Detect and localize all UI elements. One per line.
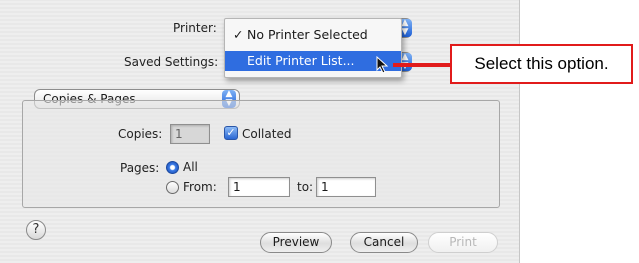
pages-to-label: to: bbox=[297, 180, 314, 194]
menu-item-no-printer[interactable]: ✓ No Printer Selected bbox=[225, 25, 401, 45]
pages-all-radio[interactable] bbox=[166, 161, 179, 174]
collated-label: Collated bbox=[242, 127, 292, 141]
copies-field[interactable]: 1 bbox=[170, 124, 210, 144]
from-field[interactable]: 1 bbox=[228, 177, 290, 197]
menu-item-edit-printer-list[interactable]: Edit Printer List... bbox=[225, 51, 401, 71]
to-field[interactable]: 1 bbox=[316, 177, 376, 197]
cancel-button[interactable]: Cancel bbox=[350, 232, 418, 253]
pages-all-label: All bbox=[183, 160, 198, 174]
preview-button[interactable]: Preview bbox=[260, 232, 332, 253]
pages-from-label: From: bbox=[183, 180, 217, 194]
callout-arrow-line bbox=[393, 63, 453, 67]
print-dialog: Printer: ▲▼ Saved Settings: ▲▼ ✓ No Prin… bbox=[0, 0, 520, 263]
pages-from-radio[interactable] bbox=[166, 181, 179, 194]
print-button[interactable]: Print bbox=[428, 232, 498, 253]
help-button[interactable]: ? bbox=[26, 220, 46, 240]
mouse-pointer-icon bbox=[376, 56, 389, 74]
checkmark-icon: ✓ bbox=[233, 27, 244, 42]
printer-label: Printer: bbox=[173, 21, 217, 35]
copies-label: Copies: bbox=[118, 127, 163, 141]
pages-label: Pages: bbox=[120, 161, 160, 175]
callout-box: Select this option. bbox=[450, 44, 633, 84]
collated-checkbox[interactable]: ✓ bbox=[224, 126, 238, 140]
menu-item-label: Edit Printer List... bbox=[247, 53, 355, 68]
saved-settings-label: Saved Settings: bbox=[124, 55, 219, 69]
menu-item-label: No Printer Selected bbox=[247, 27, 368, 42]
